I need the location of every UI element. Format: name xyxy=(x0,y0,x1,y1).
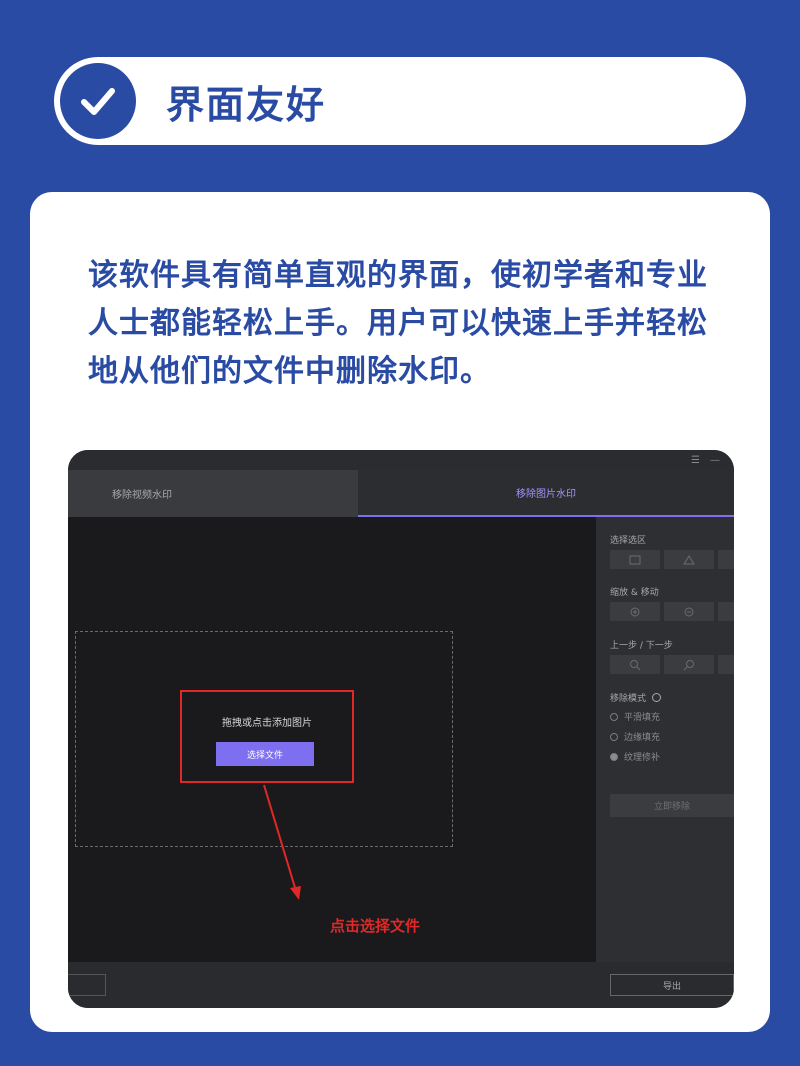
select-area-label: 选择选区 xyxy=(610,536,647,546)
radio-icon[interactable] xyxy=(610,732,618,741)
polygon-select-icon[interactable] xyxy=(664,550,714,569)
mode-smooth-fill[interactable]: 平滑填充 xyxy=(610,710,660,723)
help-icon[interactable] xyxy=(652,693,662,702)
reset-icon[interactable] xyxy=(718,655,734,674)
annotation-hint: 点击选择文件 xyxy=(330,917,421,935)
undo-redo-label: 上一步 / 下一步 xyxy=(610,641,673,651)
menu-icon[interactable]: ☰ xyxy=(691,455,700,466)
mode-label: 纹理修补 xyxy=(624,753,661,763)
remove-now-button[interactable]: 立即移除 xyxy=(610,794,734,817)
mode-label: 平滑填充 xyxy=(624,713,661,723)
tool-panel: 选择选区 缩放 & 移动 上一步 / 下一步 移除模式 平滑填充 边缘填充 纹理… xyxy=(596,517,734,962)
remove-mode-header: 移除模式 xyxy=(610,691,662,704)
content-card: 该软件具有简单直观的界面，使初学者和专业人士都能轻松上手。用户可以快速上手并轻松… xyxy=(30,192,770,1032)
zoom-out-icon[interactable] xyxy=(664,602,714,621)
bottom-bar: 导出 xyxy=(68,962,734,1008)
page-title: 界面友好 xyxy=(166,82,327,127)
window-titlebar: ☰ — xyxy=(68,450,734,470)
tab-bar: 移除视频水印 移除图片水印 xyxy=(68,470,734,517)
remove-mode-label: 移除模式 xyxy=(610,694,647,704)
mode-edge-fill[interactable]: 边缘填充 xyxy=(610,730,660,743)
redo-icon[interactable] xyxy=(664,655,714,674)
mode-label: 边缘填充 xyxy=(624,733,661,743)
zoom-move-label: 缩放 & 移动 xyxy=(610,588,659,598)
app-screenshot: ☰ — 移除视频水印 移除图片水印 拖拽或点击添加图片 选择文件 点击选择文件 … xyxy=(68,450,734,1008)
description-text: 该软件具有简单直观的界面，使初学者和专业人士都能轻松上手。用户可以快速上手并轻松… xyxy=(88,258,708,389)
undo-icon[interactable] xyxy=(610,655,660,674)
tab-remove-video-watermark[interactable]: 移除视频水印 xyxy=(68,470,358,517)
export-button[interactable]: 导出 xyxy=(610,974,734,996)
move-icon[interactable] xyxy=(718,602,734,621)
radio-selected-icon[interactable] xyxy=(610,752,618,761)
check-icon xyxy=(60,63,136,139)
arrow-icon xyxy=(263,784,301,900)
bottom-left-button[interactable] xyxy=(68,974,106,996)
zoom-in-icon[interactable] xyxy=(610,602,660,621)
title-pill: 界面友好 xyxy=(54,57,746,145)
minimize-icon[interactable]: — xyxy=(710,455,720,466)
brush-select-icon[interactable] xyxy=(718,550,734,569)
radio-icon[interactable] xyxy=(610,712,618,721)
image-canvas[interactable]: 拖拽或点击添加图片 选择文件 点击选择文件 xyxy=(68,517,596,962)
rect-select-icon[interactable] xyxy=(610,550,660,569)
mode-texture-patch[interactable]: 纹理修补 xyxy=(610,750,660,763)
tab-remove-image-watermark[interactable]: 移除图片水印 xyxy=(358,470,734,517)
